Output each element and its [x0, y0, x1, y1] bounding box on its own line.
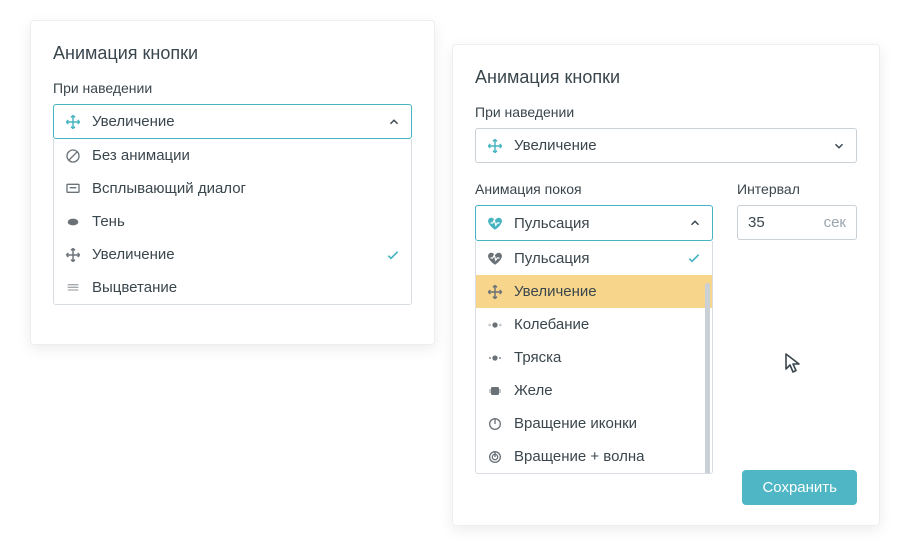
- rest-select-value: Пульсация: [514, 215, 589, 232]
- dropdown-item-label: Колебание: [514, 316, 589, 333]
- move-icon: [64, 247, 82, 263]
- interval-label: Интервал: [737, 181, 857, 197]
- chevron-down-icon: [832, 139, 846, 153]
- dropdown-item-wobble[interactable]: Колебание: [476, 308, 712, 341]
- interval-input[interactable]: 35 сек: [737, 205, 857, 240]
- pulse-icon: [486, 249, 504, 267]
- chevron-up-icon: [688, 216, 702, 230]
- check-icon: [385, 247, 401, 263]
- wobble-icon: [486, 317, 504, 333]
- dropdown-item-zoom[interactable]: Увеличение: [54, 238, 411, 271]
- dropdown-item-label: Всплывающий диалог: [92, 180, 246, 197]
- dropdown-item-shake[interactable]: Тряска: [476, 341, 712, 374]
- shake-icon: [486, 350, 504, 366]
- hover-select-value: Увеличение: [92, 113, 175, 130]
- dropdown-item-label: Вращение + волна: [514, 448, 645, 465]
- dialog-icon: [64, 181, 82, 197]
- spin-icon: [486, 416, 504, 432]
- dropdown-item-shadow[interactable]: Тень: [54, 205, 411, 238]
- jelly-icon: [486, 383, 504, 399]
- dropdown-item-zoom[interactable]: Увеличение: [476, 275, 712, 308]
- dropdown-item-label: Пульсация: [514, 250, 589, 267]
- dropdown-item-label: Желе: [514, 382, 553, 399]
- rest-dropdown-list: Пульсация Увеличение Колебание: [475, 241, 713, 474]
- dropdown-item-jelly[interactable]: Желе: [476, 374, 712, 407]
- animation-panel-left: Анимация кнопки При наведении Увеличение…: [30, 20, 435, 345]
- panel-title: Анимация кнопки: [475, 67, 857, 88]
- hover-label: При наведении: [53, 80, 412, 96]
- dropdown-item-label: Тряска: [514, 349, 561, 366]
- save-button[interactable]: Сохранить: [742, 470, 857, 505]
- dropdown-item-spin[interactable]: Вращение иконки: [476, 407, 712, 440]
- rest-label: Анимация покоя: [475, 181, 713, 197]
- dropdown-item-label: Увеличение: [92, 246, 175, 263]
- hover-dropdown-list: Без анимации Всплывающий диалог Тень Уве…: [53, 139, 412, 305]
- dropdown-item-label: Выцветание: [92, 279, 177, 296]
- wave-icon: [486, 449, 504, 465]
- move-icon: [486, 138, 504, 154]
- interval-unit: сек: [824, 214, 846, 231]
- animation-panel-right: Анимация кнопки При наведении Увеличение…: [452, 44, 880, 526]
- dropdown-item-label: Вращение иконки: [514, 415, 637, 432]
- interval-value: 35: [748, 214, 824, 231]
- scrollbar-thumb[interactable]: [705, 283, 710, 474]
- dropdown-item-dialog[interactable]: Всплывающий диалог: [54, 172, 411, 205]
- hover-select-open[interactable]: Увеличение: [53, 104, 412, 139]
- pulse-icon: [486, 214, 504, 232]
- hover-label: При наведении: [475, 104, 857, 120]
- rest-select-open[interactable]: Пульсация: [475, 205, 713, 241]
- dropdown-item-pulse[interactable]: Пульсация: [476, 241, 712, 275]
- dropdown-item-label: Увеличение: [514, 283, 597, 300]
- hover-select-value: Увеличение: [514, 137, 597, 154]
- dropdown-item-none[interactable]: Без анимации: [54, 139, 411, 172]
- dropdown-item-wave[interactable]: Вращение + волна: [476, 440, 712, 473]
- move-icon: [64, 114, 82, 130]
- hover-select-closed[interactable]: Увеличение: [475, 128, 857, 163]
- panel-title: Анимация кнопки: [53, 43, 412, 64]
- dropdown-item-label: Без анимации: [92, 147, 190, 164]
- shadow-icon: [64, 214, 82, 230]
- move-icon: [486, 284, 504, 300]
- chevron-up-icon: [387, 115, 401, 129]
- fade-icon: [64, 280, 82, 296]
- none-icon: [64, 148, 82, 164]
- dropdown-item-label: Тень: [92, 213, 125, 230]
- dropdown-item-fade[interactable]: Выцветание: [54, 271, 411, 304]
- check-icon: [686, 250, 702, 266]
